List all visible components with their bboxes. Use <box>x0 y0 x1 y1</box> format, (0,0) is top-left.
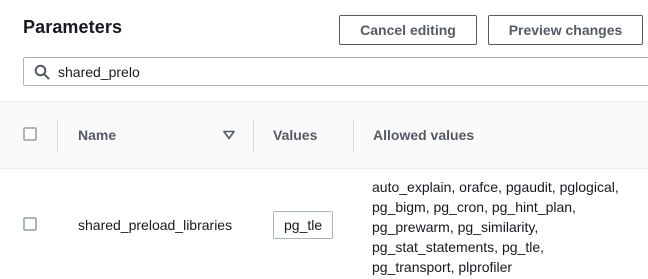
allowed-values-line: pg_transport, plprofiler <box>372 259 513 275</box>
cancel-editing-button[interactable]: Cancel editing <box>339 15 477 45</box>
allowed-values-line: pg_prewarm, pg_similarity, <box>372 219 539 235</box>
parameter-value-input[interactable] <box>273 211 333 239</box>
row-checkbox[interactable] <box>23 217 37 231</box>
search-box[interactable] <box>23 57 648 86</box>
column-header-values: Values <box>273 127 318 143</box>
allowed-values-line: pg_bigm, pg_cron, pg_hint_plan, <box>372 199 576 215</box>
page-title: Parameters <box>23 17 123 37</box>
preview-changes-button[interactable]: Preview changes <box>488 15 643 45</box>
column-divider[interactable] <box>253 120 254 152</box>
allowed-values-line: pg_stat_statements, pg_tle, <box>372 239 544 255</box>
table-row: shared_preload_libraries auto_explain, o… <box>0 169 648 279</box>
column-divider[interactable] <box>57 120 58 152</box>
caret-down-icon[interactable] <box>223 130 235 140</box>
allowed-values-line: auto_explain, orafce, pgaudit, pglogical… <box>372 179 619 195</box>
parameters-table: Name Values Allowed values shared_preloa… <box>0 101 648 279</box>
allowed-values: auto_explain, orafce, pgaudit, pglogical… <box>372 177 644 277</box>
parameter-name: shared_preload_libraries <box>78 217 233 233</box>
column-header-name[interactable]: Name <box>78 127 116 143</box>
search-input[interactable] <box>58 58 638 85</box>
column-divider[interactable] <box>353 120 354 152</box>
table-header: Name Values Allowed values <box>0 101 648 169</box>
select-all-checkbox[interactable] <box>23 127 37 141</box>
parameters-panel: Parameters Cancel editing Preview change… <box>0 0 648 279</box>
search-icon <box>34 64 50 80</box>
column-header-allowed-values: Allowed values <box>373 127 475 143</box>
